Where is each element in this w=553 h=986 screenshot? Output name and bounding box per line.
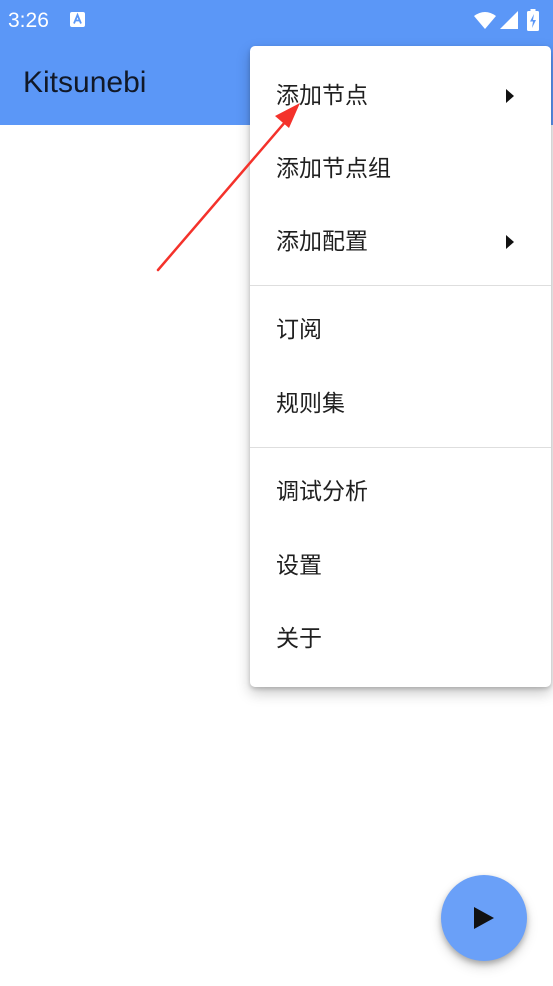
menu-item-label: 订阅 xyxy=(276,317,322,343)
wifi-icon xyxy=(474,12,496,29)
screen: 3:26 Kitsunebi 添加节点 添加节点组 添加配置 订阅 规则集 调试… xyxy=(0,0,553,986)
menu-item-settings[interactable]: 设置 xyxy=(250,530,551,602)
menu-item-label: 设置 xyxy=(276,553,322,579)
app-title: Kitsunebi xyxy=(23,66,147,99)
menu-item-subscription[interactable]: 订阅 xyxy=(250,294,551,366)
notification-a-icon xyxy=(70,12,85,27)
status-time: 3:26 xyxy=(8,9,49,32)
menu-item-add-node[interactable]: 添加节点 xyxy=(250,60,551,132)
battery-charging-icon xyxy=(527,9,539,31)
menu-item-label: 添加节点组 xyxy=(276,156,391,182)
menu-item-label: 添加配置 xyxy=(276,229,368,255)
menu-divider xyxy=(250,285,551,286)
overflow-menu: 添加节点 添加节点组 添加配置 订阅 规则集 调试分析 设置 关于 xyxy=(250,46,551,687)
menu-item-rule-sets[interactable]: 规则集 xyxy=(250,368,551,440)
menu-item-debug-analysis[interactable]: 调试分析 xyxy=(250,456,551,528)
menu-item-label: 调试分析 xyxy=(276,479,368,505)
play-icon xyxy=(474,907,494,929)
menu-item-add-node-group[interactable]: 添加节点组 xyxy=(250,133,551,205)
menu-item-label: 添加节点 xyxy=(276,83,368,109)
menu-divider xyxy=(250,447,551,448)
submenu-arrow-icon xyxy=(506,235,514,249)
play-fab-button[interactable] xyxy=(441,875,527,961)
menu-item-label: 关于 xyxy=(276,626,322,652)
menu-item-label: 规则集 xyxy=(276,391,345,417)
menu-item-add-config[interactable]: 添加配置 xyxy=(250,206,551,278)
submenu-arrow-icon xyxy=(506,89,514,103)
menu-item-about[interactable]: 关于 xyxy=(250,603,551,675)
signal-icon xyxy=(500,11,518,29)
status-bar: 3:26 xyxy=(0,0,553,42)
